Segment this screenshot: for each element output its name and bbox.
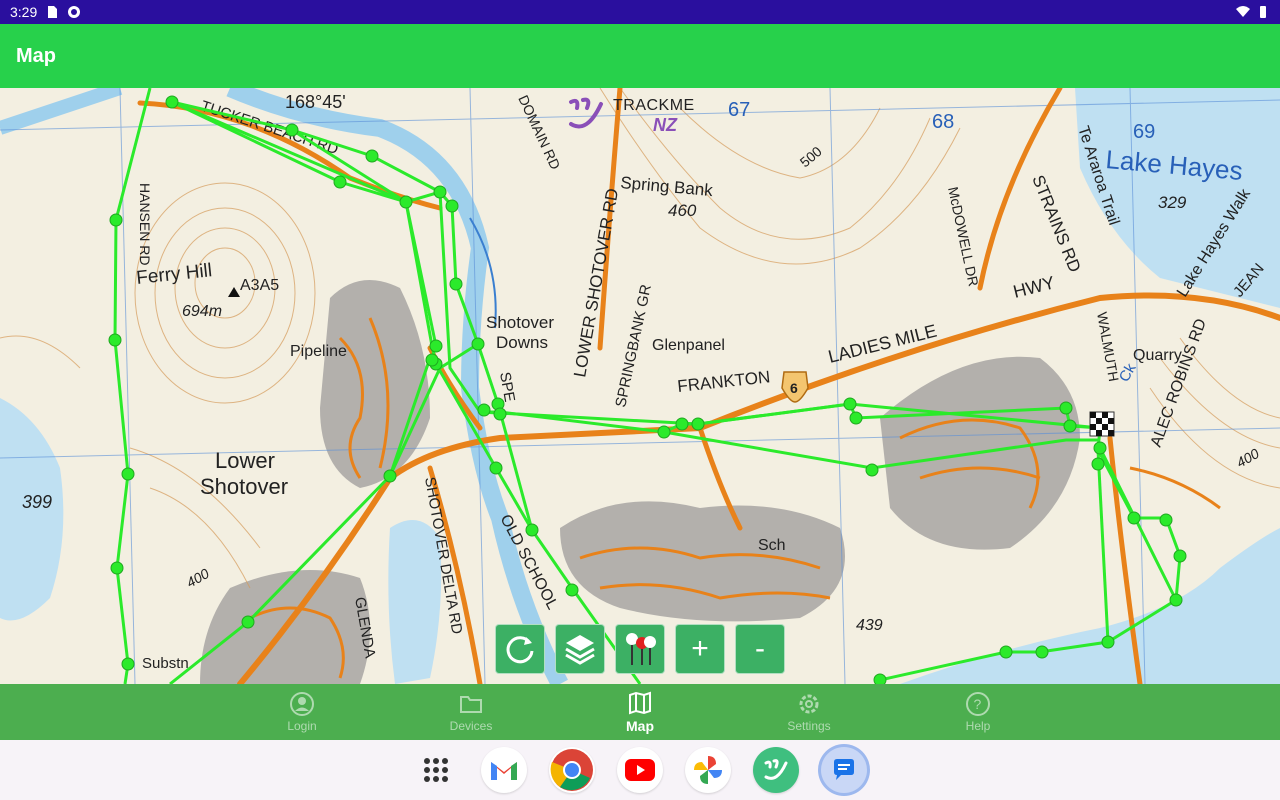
folder-icon <box>460 696 482 713</box>
android-dock <box>0 740 1280 800</box>
chrome-icon[interactable] <box>549 747 595 793</box>
shotover-label: Shotover <box>200 474 288 499</box>
quarry-label: Quarry <box>1133 347 1182 364</box>
trackme-logo: TRACKME NZ <box>565 94 695 138</box>
refresh-button[interactable] <box>495 624 545 674</box>
refresh-icon <box>506 636 534 664</box>
person-icon <box>290 692 314 716</box>
gmail-icon[interactable] <box>481 747 527 793</box>
track-end-marker <box>1089 411 1115 437</box>
elev-329-label: 329 <box>1158 193 1187 212</box>
trackme-logo-icon <box>569 97 603 129</box>
nav-devices[interactable]: Devices <box>387 684 556 740</box>
bottom-navigation: Login Devices Map Settings ? Help <box>0 684 1280 740</box>
lower-label: Lower <box>215 448 275 473</box>
status-bar: 3:29 <box>0 0 1280 24</box>
grid-68-label: 68 <box>932 111 954 133</box>
trackme-logo-text: TRACKME <box>613 96 695 114</box>
shotover-downs-label: Shotover <box>486 313 554 332</box>
gear-icon <box>799 694 819 714</box>
pins-button[interactable] <box>615 624 665 674</box>
nav-devices-label: Devices <box>449 719 493 733</box>
elev-460-label: 460 <box>668 201 697 220</box>
map-controls: + - <box>495 624 785 674</box>
map-view[interactable]: 168°45' TUCKER BEACH RD Ferry Hill A3A5 … <box>0 88 1280 684</box>
pipeline-label: Pipeline <box>290 343 347 360</box>
lat-label: 168°45' <box>285 92 346 112</box>
zoom-out-button[interactable]: - <box>735 624 785 674</box>
layers-icon <box>565 635 595 665</box>
glenpanel-label: Glenpanel <box>652 337 725 354</box>
elev-399-label: 399 <box>22 492 52 512</box>
youtube-icon[interactable] <box>617 747 663 793</box>
messages-icon[interactable] <box>821 747 867 793</box>
elev-694-label: 694m <box>182 303 222 320</box>
nav-help-label: Help <box>965 719 991 733</box>
pins-icon <box>626 633 656 665</box>
nav-login-label: Login <box>287 719 317 733</box>
notification-icon <box>68 6 81 18</box>
topo-map[interactable]: 168°45' TUCKER BEACH RD Ferry Hill A3A5 … <box>0 88 1280 684</box>
help-icon: ? <box>966 692 990 716</box>
hansen-label: HANSEN RD <box>137 183 153 265</box>
trackme-icon[interactable] <box>753 747 799 793</box>
nav-map[interactable]: Map <box>556 684 725 740</box>
layers-button[interactable] <box>555 624 605 674</box>
svg-text:?: ? <box>974 696 982 712</box>
page-title: Map <box>16 44 56 67</box>
status-time: 3:29 <box>10 4 38 20</box>
svg-text:6: 6 <box>790 380 798 396</box>
grid-67-label: 67 <box>728 99 750 121</box>
sch-label: Sch <box>758 537 786 554</box>
grid-69-label: 69 <box>1133 121 1155 143</box>
zoom-in-button[interactable]: + <box>675 624 725 674</box>
battery-icon <box>1260 6 1266 18</box>
wifi-icon <box>1236 6 1250 17</box>
nav-login[interactable]: Login <box>218 684 387 740</box>
a3a5-label: A3A5 <box>240 277 279 294</box>
map-icon <box>629 691 651 715</box>
nav-help[interactable]: ? Help <box>894 684 1063 740</box>
app-bar: Map <box>0 24 1280 88</box>
apps-grid-icon[interactable] <box>413 747 459 793</box>
nav-settings-label: Settings <box>787 719 831 733</box>
nav-map-label: Map <box>626 718 654 734</box>
substn-label: Substn <box>142 655 189 672</box>
photos-icon[interactable] <box>685 747 731 793</box>
downs-label: Downs <box>496 333 548 352</box>
elev-439-label: 439 <box>856 617 883 634</box>
nav-settings[interactable]: Settings <box>725 684 894 740</box>
sd-card-icon <box>48 6 58 18</box>
trackme-logo-sub: NZ <box>653 114 677 135</box>
